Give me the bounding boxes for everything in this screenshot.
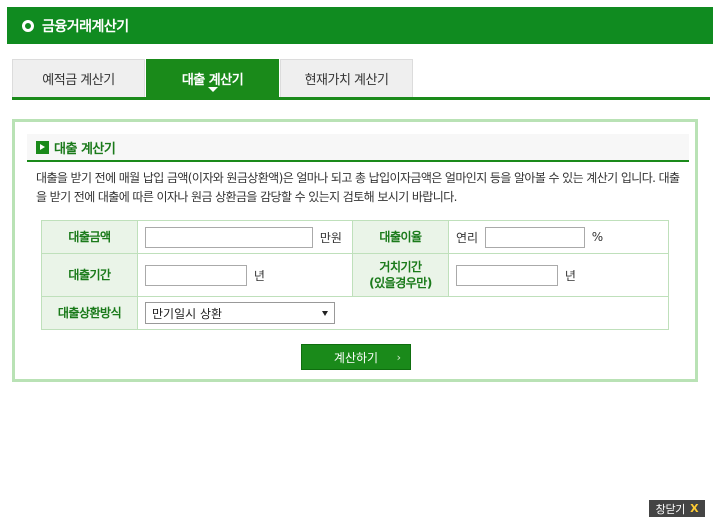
dropdown-caret-icon <box>322 310 328 316</box>
loan-period-unit: 년 <box>253 268 265 283</box>
close-icon: X <box>690 502 699 515</box>
play-arrow-icon <box>36 140 49 154</box>
tab-loan-calculator[interactable]: 대출 계산기 <box>146 59 279 97</box>
repayment-method-selected: 만기일시 상환 <box>152 306 223 321</box>
calculate-button[interactable]: 계산하기 › <box>301 344 411 370</box>
tab-savings-calculator[interactable]: 예적금 계산기 <box>12 59 145 97</box>
tab-label: 현재가치 계산기 <box>304 73 389 88</box>
interest-rate-label: 대출이율 <box>352 220 449 254</box>
close-window-label: 창닫기 <box>655 502 686 516</box>
circle-icon <box>22 19 34 32</box>
tab-label: 예적금 계산기 <box>42 73 115 88</box>
tab-present-value-calculator[interactable]: 현재가치 계산기 <box>280 59 413 97</box>
loan-period-label: 대출기간 <box>41 253 138 297</box>
repayment-method-select[interactable]: 만기일시 상환 <box>145 302 335 324</box>
interest-rate-prefix: 연리 <box>456 230 479 245</box>
close-window-button[interactable]: 창닫기 X <box>649 500 705 517</box>
tab-bar: 예적금 계산기 대출 계산기 현재가치 계산기 <box>12 59 710 100</box>
window-title: 금융거래계산기 <box>42 18 129 35</box>
loan-amount-unit: 만원 <box>319 230 342 245</box>
grace-period-label-line1: 거치기간 <box>379 260 422 274</box>
calculate-button-label: 계산하기 <box>333 350 379 365</box>
grace-period-unit: 년 <box>564 268 576 283</box>
repayment-method-label: 대출상환방식 <box>41 296 138 330</box>
loan-amount-input[interactable] <box>145 226 313 248</box>
caret-down-icon <box>207 87 218 92</box>
interest-rate-unit: % <box>591 230 604 244</box>
loan-form: 대출금액 만원 대출이율 연리 % 대출기간 년 거치기간 (있을경우만) 년 … <box>41 220 669 330</box>
grace-period-input[interactable] <box>456 264 558 286</box>
grace-period-label: 거치기간 (있을경우만) <box>352 253 449 297</box>
section-description: 대출을 받기 전에 매월 납입 금액(이자와 원금상환액)은 얼마나 되고 총 … <box>36 171 680 204</box>
section-header: 대출 계산기 <box>27 134 689 162</box>
chevron-right-icon: › <box>396 351 401 364</box>
loan-amount-label: 대출금액 <box>41 220 138 254</box>
grace-period-label-line2: (있을경우만) <box>369 276 432 290</box>
loan-calculator-panel: 대출 계산기 대출을 받기 전에 매월 납입 금액(이자와 원금상환액)은 얼마… <box>12 119 698 382</box>
loan-period-input[interactable] <box>145 264 247 286</box>
interest-rate-input[interactable] <box>484 226 585 248</box>
tab-label: 대출 계산기 <box>181 73 244 88</box>
title-bar: 금융거래계산기 <box>7 7 713 44</box>
section-title: 대출 계산기 <box>54 141 116 157</box>
